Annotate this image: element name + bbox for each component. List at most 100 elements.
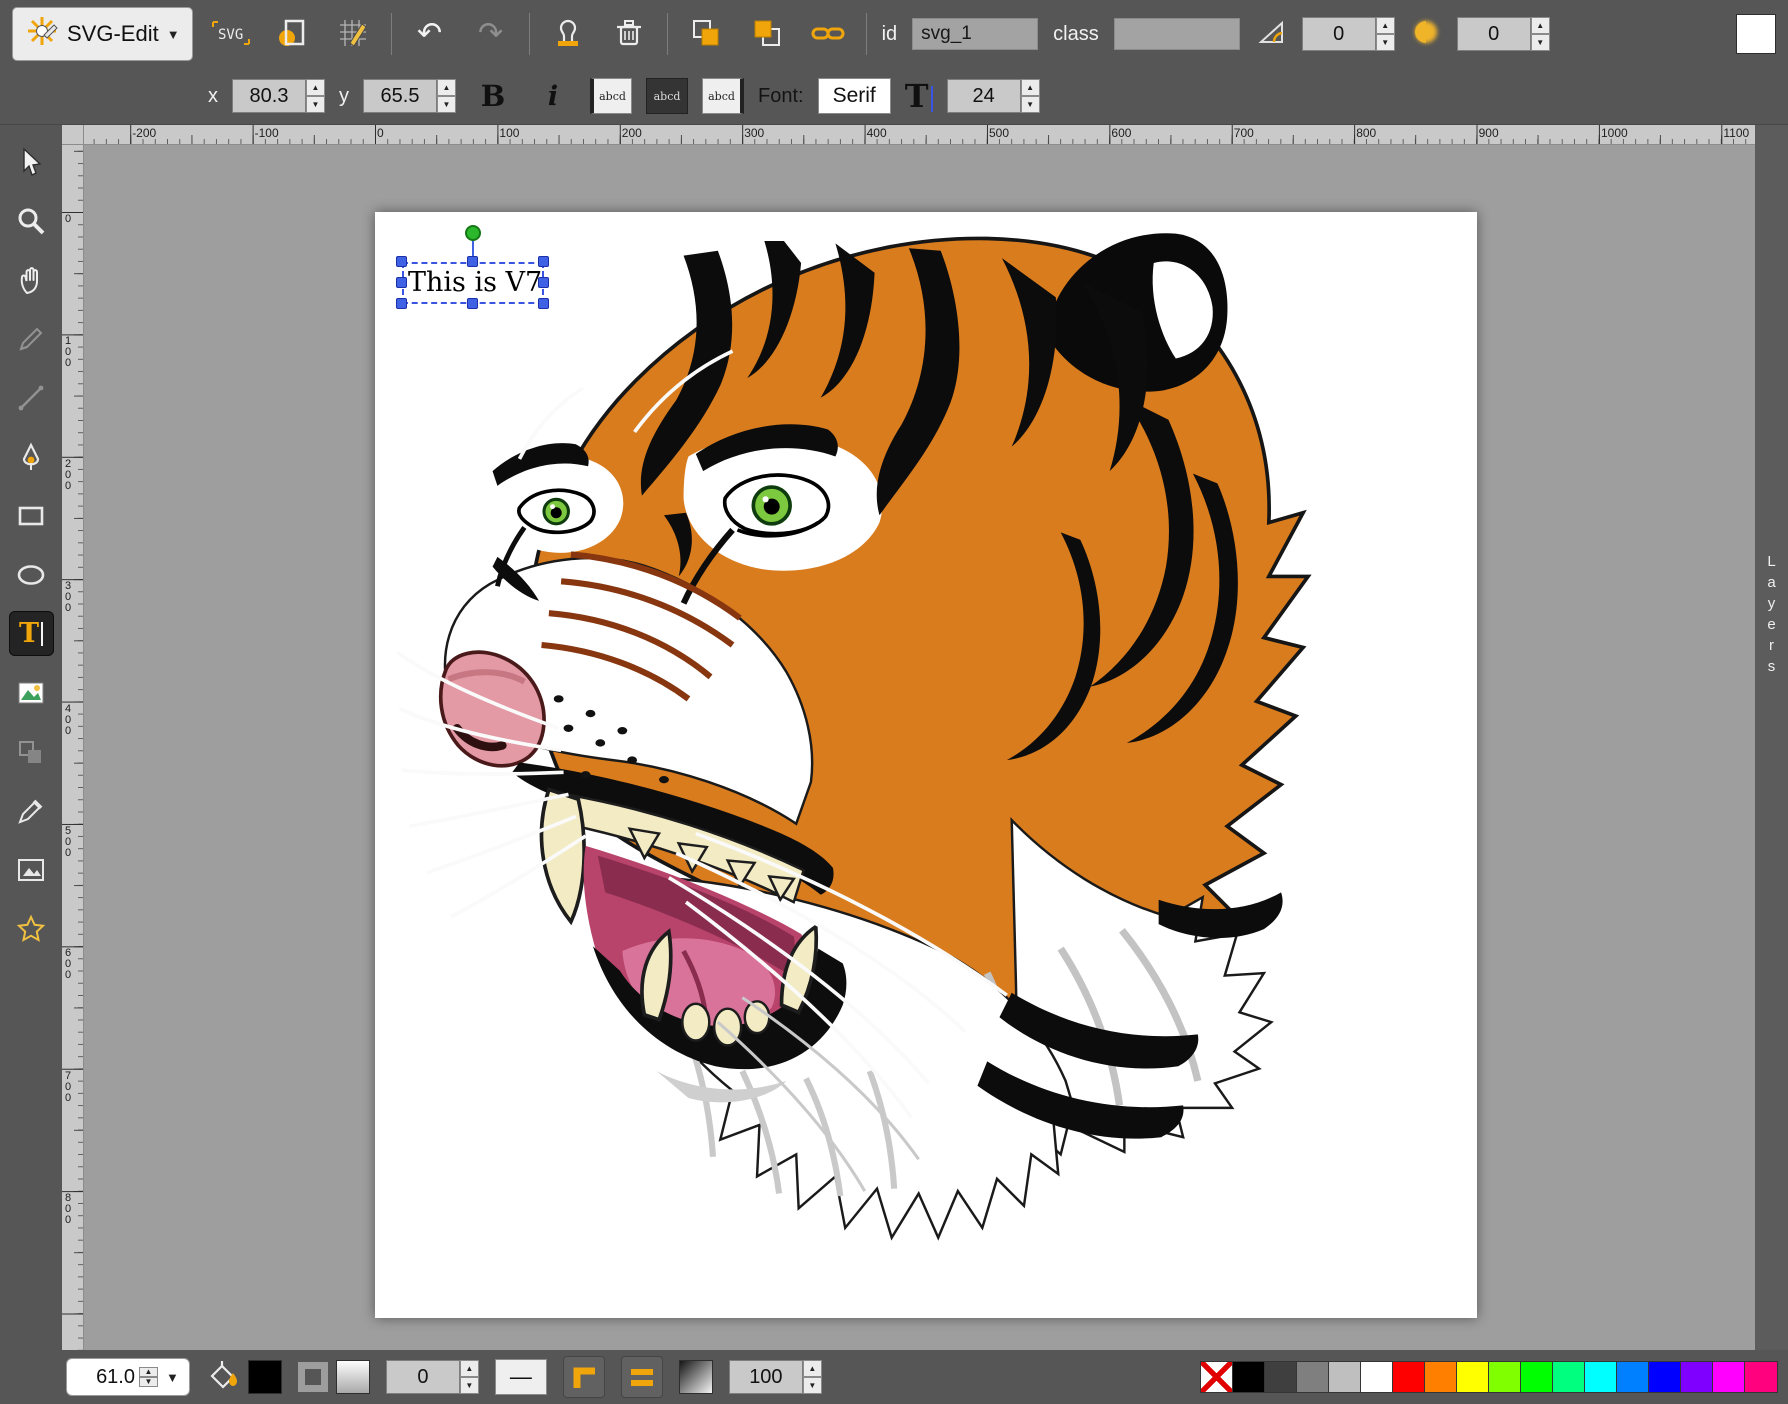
opacity-down-button[interactable]: ▼ — [803, 1377, 822, 1394]
palette-swatch[interactable] — [1489, 1362, 1521, 1392]
y-up-button[interactable]: ▲ — [437, 79, 456, 96]
linecap-button[interactable] — [621, 1356, 663, 1398]
linejoin-button[interactable] — [563, 1356, 605, 1398]
angle-up-button[interactable]: ▲ — [1376, 17, 1395, 34]
angle-input[interactable] — [1302, 17, 1376, 51]
element-id-input[interactable] — [912, 18, 1038, 50]
layers-panel-toggle[interactable]: Layers — [1755, 125, 1788, 1350]
palette-swatch[interactable] — [1745, 1362, 1777, 1392]
star-tool[interactable] — [9, 906, 54, 951]
palette-swatch[interactable] — [1233, 1362, 1265, 1392]
opacity-up-button[interactable]: ▲ — [803, 1360, 822, 1377]
selection-grip-s[interactable] — [467, 298, 478, 309]
bold-button[interactable]: B — [470, 73, 516, 119]
move-to-bottom-button[interactable] — [683, 11, 729, 57]
opacity-input[interactable] — [729, 1360, 803, 1394]
x-down-button[interactable]: ▼ — [306, 96, 325, 113]
blur-icon — [1410, 16, 1442, 53]
palette-swatch[interactable] — [1425, 1362, 1457, 1392]
x-up-button[interactable]: ▲ — [306, 79, 325, 96]
palette-swatch[interactable] — [1361, 1362, 1393, 1392]
text-anchor-middle-button[interactable]: abcd — [646, 78, 688, 114]
workarea[interactable]: This is V7 — [84, 145, 1755, 1350]
palette-swatch[interactable] — [1553, 1362, 1585, 1392]
zoom-dropdown-icon[interactable]: ▼ — [162, 1370, 183, 1385]
font-size-down-button[interactable]: ▼ — [1021, 96, 1040, 113]
selection-grip-nw[interactable] — [396, 256, 407, 267]
palette-swatch[interactable] — [1617, 1362, 1649, 1392]
path-tool[interactable] — [9, 434, 54, 479]
x-input[interactable] — [232, 79, 306, 113]
move-to-top-button[interactable] — [744, 11, 790, 57]
rect-tool[interactable] — [9, 493, 54, 538]
image-library-tool[interactable] — [9, 847, 54, 892]
svg-canvas[interactable]: This is V7 — [375, 212, 1477, 1318]
editor-preferences-button[interactable] — [330, 11, 376, 57]
ruler-label: 400 — [865, 126, 887, 140]
zoom-up-button[interactable]: ▲ — [139, 1367, 158, 1377]
text-anchor-end-button[interactable]: abcd — [702, 78, 744, 114]
palette-swatch[interactable] — [1329, 1362, 1361, 1392]
font-size-up-button[interactable]: ▲ — [1021, 79, 1040, 96]
make-link-button[interactable] — [805, 11, 851, 57]
stroke-dash-select[interactable]: — — [495, 1359, 547, 1395]
palette-swatch[interactable] — [1585, 1362, 1617, 1392]
pencil-tool[interactable] — [9, 316, 54, 361]
background-color-swatch[interactable] — [1736, 14, 1776, 54]
stroke-color-swatch[interactable] — [336, 1360, 370, 1394]
delete-button[interactable] — [606, 11, 652, 57]
font-size-input[interactable] — [947, 79, 1021, 113]
y-spinner: ▲▼ — [363, 79, 456, 113]
zoom-down-button[interactable]: ▼ — [139, 1377, 158, 1387]
tiger-drawing[interactable] — [375, 212, 1477, 1318]
palette-swatch[interactable] — [1457, 1362, 1489, 1392]
source-code-button[interactable]: SVG — [208, 11, 254, 57]
document-properties-button[interactable] — [269, 11, 315, 57]
font-family-button[interactable]: Serif — [818, 78, 891, 114]
blur-input[interactable] — [1457, 17, 1531, 51]
bottom-toolbar: ▲▼ ▼ ▲▼ — ▲▼ — [0, 1350, 1788, 1404]
palette-swatch[interactable] — [1201, 1362, 1233, 1392]
italic-button[interactable]: i — [530, 73, 576, 119]
zoom-input[interactable] — [73, 1366, 135, 1389]
select-tool[interactable] — [9, 139, 54, 184]
main-menu-button[interactable]: SVG-Edit ▼ — [12, 7, 193, 61]
shape-library-tool[interactable] — [9, 729, 54, 774]
star-icon — [15, 913, 47, 945]
selection-grip-e[interactable] — [538, 277, 549, 288]
element-class-input[interactable] — [1114, 18, 1240, 50]
pan-tool[interactable] — [9, 257, 54, 302]
stroke-width-input[interactable] — [386, 1360, 460, 1394]
angle-down-button[interactable]: ▼ — [1376, 34, 1395, 51]
line-tool[interactable] — [9, 375, 54, 420]
image-tool[interactable] — [9, 670, 54, 715]
text-anchor-start-button[interactable]: abcd — [590, 78, 632, 114]
eyedropper-tool[interactable] — [9, 788, 54, 833]
palette-swatch[interactable] — [1649, 1362, 1681, 1392]
palette-swatch[interactable] — [1681, 1362, 1713, 1392]
redo-button[interactable]: ↷ — [468, 11, 514, 57]
undo-button[interactable]: ↶ — [407, 11, 453, 57]
selection-grip-w[interactable] — [396, 277, 407, 288]
selection-grip-n[interactable] — [467, 256, 478, 267]
palette-swatch[interactable] — [1521, 1362, 1553, 1392]
palette-swatch[interactable] — [1297, 1362, 1329, 1392]
ellipse-tool[interactable] — [9, 552, 54, 597]
selection-grip-sw[interactable] — [396, 298, 407, 309]
stroke-width-down-button[interactable]: ▼ — [460, 1377, 479, 1394]
rotate-grip[interactable] — [465, 225, 481, 241]
selection-grip-ne[interactable] — [538, 256, 549, 267]
palette-swatch[interactable] — [1265, 1362, 1297, 1392]
y-down-button[interactable]: ▼ — [437, 96, 456, 113]
blur-up-button[interactable]: ▲ — [1531, 17, 1550, 34]
y-input[interactable] — [363, 79, 437, 113]
blur-down-button[interactable]: ▼ — [1531, 34, 1550, 51]
selection-grip-se[interactable] — [538, 298, 549, 309]
fill-color-swatch[interactable] — [248, 1360, 282, 1394]
clone-stamp-button[interactable] — [545, 11, 591, 57]
palette-swatch[interactable] — [1713, 1362, 1745, 1392]
text-tool[interactable]: T — [9, 611, 54, 656]
palette-swatch[interactable] — [1393, 1362, 1425, 1392]
zoom-tool[interactable] — [9, 198, 54, 243]
stroke-width-up-button[interactable]: ▲ — [460, 1360, 479, 1377]
